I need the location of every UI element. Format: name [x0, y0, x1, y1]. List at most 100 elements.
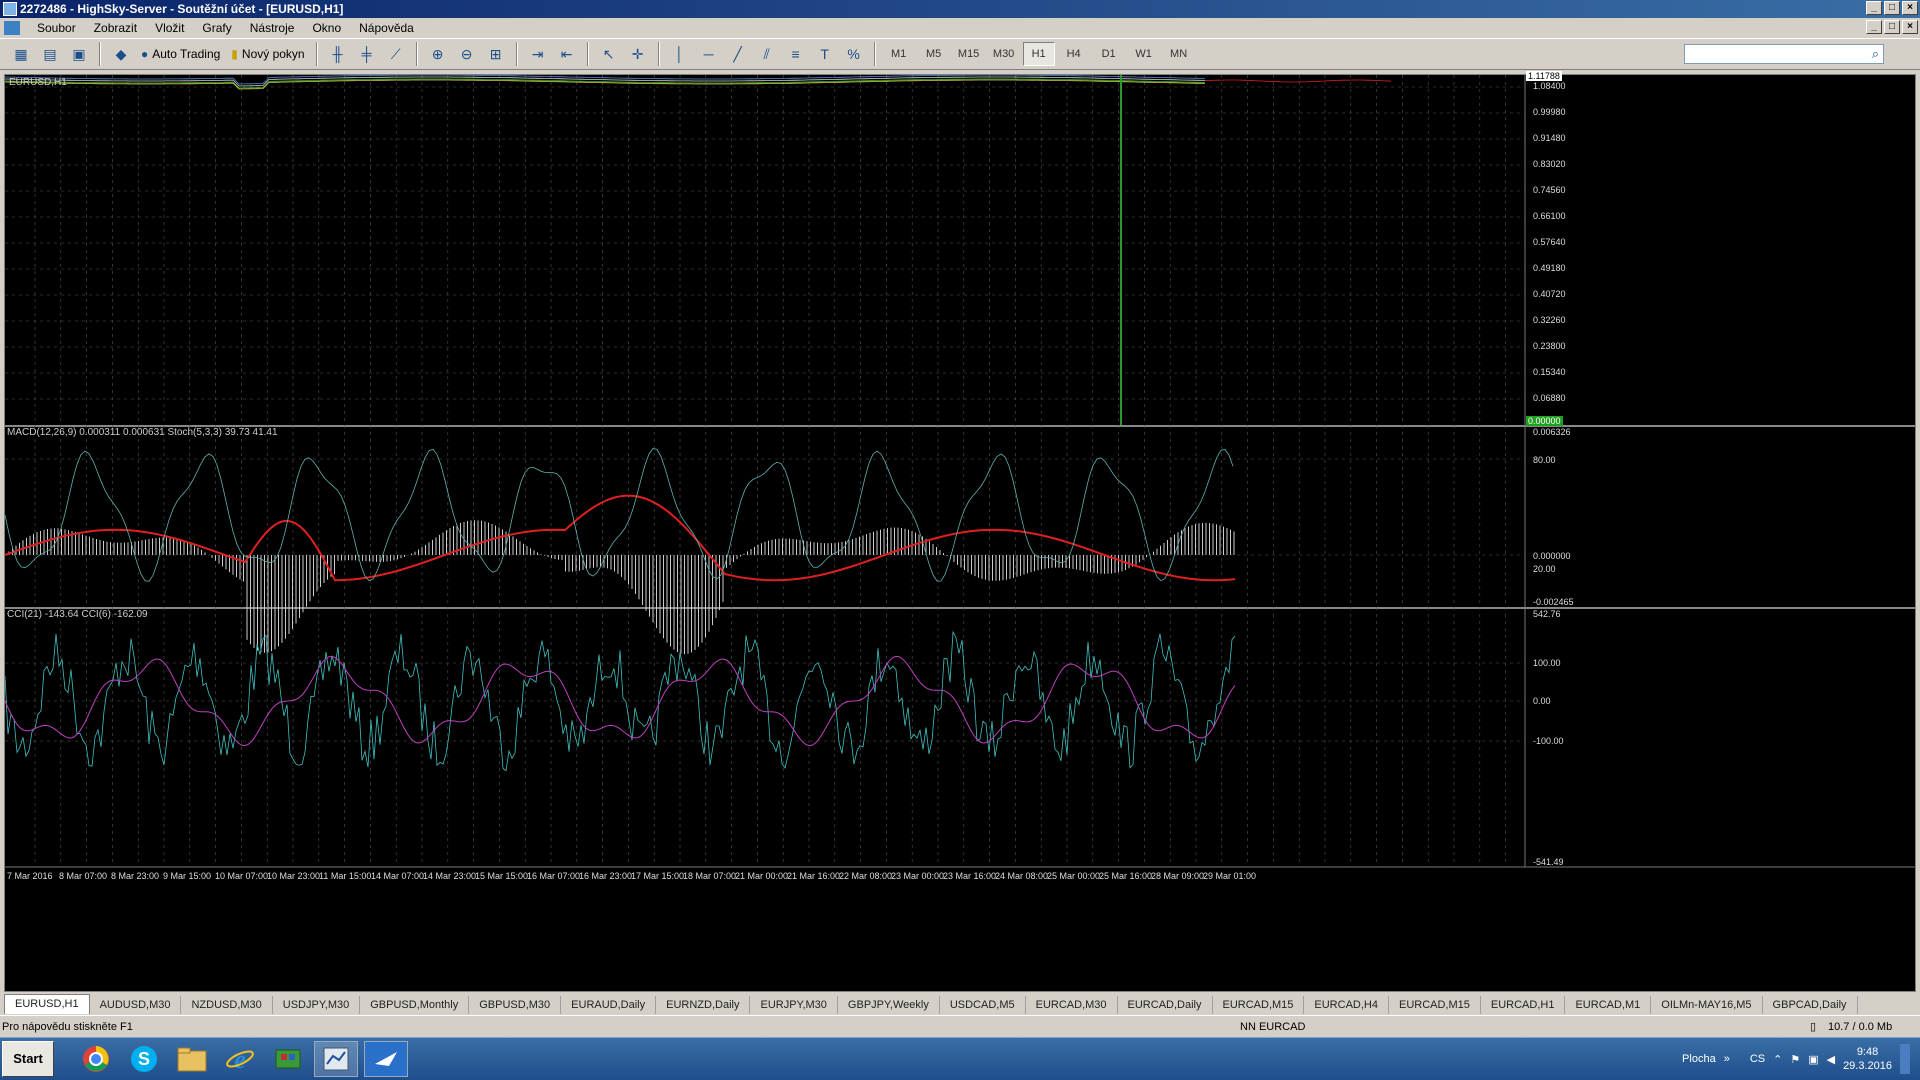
chart-canvas[interactable] — [5, 75, 1915, 991]
timeframe-m30[interactable]: M30 — [988, 42, 1020, 66]
menu-soubor[interactable]: Soubor — [28, 18, 85, 38]
start-button[interactable]: Start — [2, 1041, 54, 1077]
menu-vlozit[interactable]: Vložit — [146, 18, 193, 38]
horizontal-line-icon[interactable]: ─ — [696, 41, 722, 67]
timeframe-h4[interactable]: H4 — [1058, 42, 1090, 66]
timeframe-mn[interactable]: MN — [1163, 42, 1195, 66]
time-axis-label: 18 Mar 07:00 — [683, 871, 737, 881]
crosshair-icon[interactable]: ✛ — [625, 41, 651, 67]
navigator-icon[interactable]: ◆ — [108, 41, 134, 67]
auto-scroll-icon[interactable]: ⇥ — [525, 41, 551, 67]
mdi-close-button[interactable]: × — [1902, 20, 1918, 34]
chart-tab[interactable]: OILMn-MAY16,M5 — [1651, 996, 1763, 1014]
menu-napoveda[interactable]: Nápověda — [350, 18, 423, 38]
chart-tab[interactable]: EURUSD,H1 — [4, 994, 90, 1014]
trendline-icon[interactable]: ╱ — [725, 41, 751, 67]
maximize-button[interactable]: □ — [1884, 1, 1900, 15]
price-axis-label: 0.15340 — [1533, 367, 1566, 377]
timeframe-w1[interactable]: W1 — [1128, 42, 1160, 66]
ie-icon[interactable]: e — [218, 1041, 262, 1077]
close-button[interactable]: × — [1902, 1, 1918, 15]
network-icon[interactable]: ▣ — [1808, 1053, 1818, 1066]
line-chart-icon[interactable]: ⟋ — [383, 41, 409, 67]
chart-tab[interactable]: EURCAD,M15 — [1213, 996, 1305, 1014]
chart-tab[interactable]: EURCAD,H1 — [1481, 996, 1566, 1014]
flag-icon[interactable]: ⚑ — [1790, 1053, 1800, 1066]
metatrader-taskbar-icon[interactable] — [314, 1041, 358, 1077]
chart-tab[interactable]: GBPUSD,M30 — [469, 996, 562, 1014]
time-axis-label: 23 Mar 16:00 — [943, 871, 997, 881]
price-line-red — [1204, 79, 1392, 83]
show-desktop-button[interactable] — [1900, 1044, 1910, 1074]
folder-icon[interactable] — [170, 1041, 214, 1077]
cci-axis-label: -100.00 — [1533, 736, 1564, 746]
chart-tab[interactable]: EURCAD,M30 — [1026, 996, 1118, 1014]
timeframe-h1[interactable]: H1 — [1022, 42, 1055, 66]
chart-tab[interactable]: EURAUD,Daily — [561, 996, 657, 1014]
chart-tab[interactable]: GBPUSD,Monthly — [360, 996, 470, 1014]
search-icon[interactable]: ⌕ — [1872, 46, 1879, 62]
volume-icon[interactable]: ◀ — [1827, 1053, 1835, 1066]
app-icon — [3, 2, 17, 16]
chart-window[interactable]: EURUSD,H1 MACD(12,26,9) 0.000311 0.00063… — [4, 71, 1916, 992]
cursor-icon[interactable]: ↖ — [596, 41, 622, 67]
time-axis-label: 22 Mar 08:00 — [839, 871, 893, 881]
timeframe-m15[interactable]: M15 — [953, 42, 985, 66]
chart-tab[interactable]: USDCAD,M5 — [940, 996, 1026, 1014]
bar-chart-icon[interactable]: ╫ — [325, 41, 351, 67]
chart-tab[interactable]: EURCAD,H4 — [1304, 996, 1389, 1014]
chart-tab[interactable]: EURJPY,M30 — [750, 996, 838, 1014]
highsky-taskbar-icon[interactable] — [364, 1041, 408, 1077]
chrome-icon[interactable] — [74, 1041, 118, 1077]
chart-tab[interactable]: NZDUSD,M30 — [181, 996, 273, 1014]
chart-tab[interactable]: GBPCAD,Daily — [1763, 996, 1858, 1014]
status-profile: NN EURCAD — [1240, 1021, 1306, 1033]
cci-axis-label: 0.00 — [1533, 696, 1551, 706]
order-icon: ▮ — [231, 47, 238, 61]
language-indicator[interactable]: CS — [1750, 1053, 1765, 1065]
vertical-line-icon[interactable]: │ — [667, 41, 693, 67]
menu-nastroje[interactable]: Nástroje — [241, 18, 304, 38]
mdi-restore-button[interactable]: □ — [1884, 20, 1900, 34]
mdi-minimize-button[interactable]: _ — [1866, 20, 1882, 34]
desktop-toolbar-label[interactable]: Plocha — [1682, 1053, 1716, 1065]
text-icon[interactable]: T — [812, 41, 838, 67]
chart-tab[interactable]: EURCAD,Daily — [1118, 996, 1213, 1014]
skype-icon[interactable]: S — [122, 1041, 166, 1077]
chart-tab[interactable]: AUDUSD,M30 — [90, 996, 182, 1014]
chart-tab[interactable]: EURNZD,Daily — [656, 996, 751, 1014]
zoom-in-icon[interactable]: ⊕ — [425, 41, 451, 67]
timeframe-m1[interactable]: M1 — [883, 42, 915, 66]
fibonacci-icon[interactable]: ≡ — [783, 41, 809, 67]
zoom-out-icon[interactable]: ⊖ — [454, 41, 480, 67]
search-input[interactable]: ⌕ — [1684, 44, 1884, 64]
chart-tab[interactable]: EURCAD,M15 — [1389, 996, 1481, 1014]
chart-shift-icon[interactable]: ⇤ — [554, 41, 580, 67]
market-watch-icon[interactable]: ▣ — [66, 41, 92, 67]
auto-trading-button[interactable]: ● Auto Trading — [137, 41, 224, 67]
candlestick-icon[interactable]: ╪ — [354, 41, 380, 67]
menu-grafy[interactable]: Grafy — [193, 18, 240, 38]
chart-tab[interactable]: GBPJPY,Weekly — [838, 996, 940, 1014]
profiles-icon[interactable]: ▤ — [37, 41, 63, 67]
menu-okno[interactable]: Okno — [303, 18, 350, 38]
time-axis-label: 29 Mar 01:00 — [1203, 871, 1257, 881]
channel-icon[interactable]: ⫽ — [754, 41, 780, 67]
tile-windows-icon[interactable]: ⊞ — [483, 41, 509, 67]
clock[interactable]: 9:48 29.3.2016 — [1843, 1045, 1892, 1073]
shapes-icon[interactable]: % — [841, 41, 867, 67]
chart-tab[interactable]: EURCAD,M1 — [1565, 996, 1652, 1014]
tray-expand-icon[interactable]: » — [1724, 1053, 1730, 1065]
menu-zobrazit[interactable]: Zobrazit — [85, 18, 146, 38]
timeframe-m5[interactable]: M5 — [918, 42, 950, 66]
chart-tab[interactable]: USDJPY,M30 — [273, 996, 361, 1014]
document-icon[interactable] — [4, 21, 20, 35]
time-axis-label: 10 Mar 07:00 — [215, 871, 269, 881]
timeframe-d1[interactable]: D1 — [1093, 42, 1125, 66]
minimize-button[interactable]: _ — [1866, 1, 1882, 15]
new-order-button[interactable]: ▮ Nový pokyn — [227, 41, 308, 67]
cci-axis-label: -541.49 — [1533, 857, 1564, 867]
network-app-icon[interactable] — [266, 1041, 310, 1077]
show-hidden-icons-icon[interactable]: ⌃ — [1773, 1053, 1782, 1066]
new-chart-icon[interactable]: ▦ — [8, 41, 34, 67]
